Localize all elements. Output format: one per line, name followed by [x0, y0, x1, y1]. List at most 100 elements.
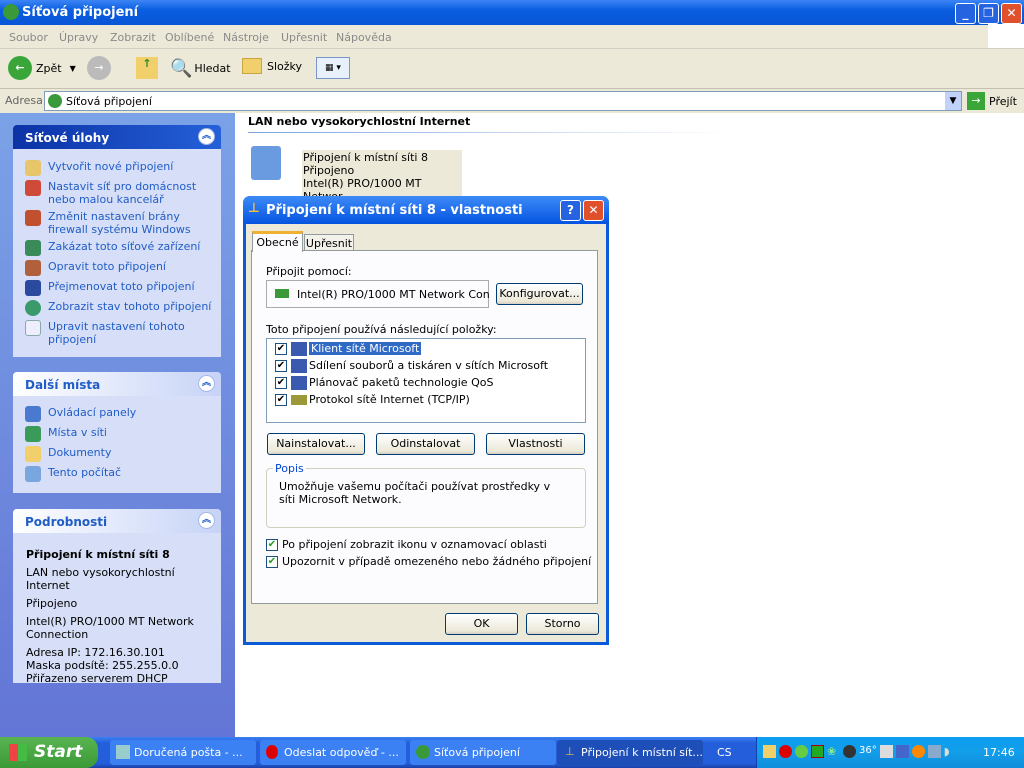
place-documents[interactable]: Dokumenty [25, 446, 215, 462]
tray-icon [763, 745, 776, 758]
detail-name: Připojení k místní síti 8 [26, 548, 170, 561]
details-panel: Podrobnosti ︽ Připojení k místní síti 8 L… [13, 509, 221, 685]
task-inbox[interactable]: Doručená pošta - ... [110, 740, 256, 765]
list-item[interactable]: ✔ Protokol sítě Internet (TCP/IP) [275, 393, 470, 406]
detail-ip: Adresa IP: 172.16.30.101 [26, 646, 165, 659]
task-disable-device[interactable]: Zakázat toto síťové zařízení [25, 240, 215, 256]
install-button[interactable]: Nainstalovat... [267, 433, 365, 455]
task-network-connections[interactable]: Síťová připojení [410, 740, 556, 765]
go-button[interactable]: → Přejít [967, 92, 1017, 110]
detail-type: LAN nebo vysokorychlostní Internet [26, 566, 175, 592]
search-button[interactable]: 🔍 Hledat [170, 58, 231, 79]
notify-checkbox[interactable]: ✔ Upozornit v případě omezeného nebo žádn… [266, 555, 591, 568]
cancel-button[interactable]: Storno [526, 613, 599, 635]
task-view-status[interactable]: Zobrazit stav tohoto připojení [25, 300, 215, 316]
mail-icon [116, 745, 130, 759]
menu-favorites[interactable]: Oblíbené [165, 31, 214, 44]
properties-dialog: ⊥ Připojení k místní síti 8 - vlastnosti… [243, 196, 609, 645]
back-button[interactable]: ← Zpět ▼ [8, 56, 76, 80]
up-folder-button[interactable]: ↑ [136, 57, 158, 79]
m-icon [895, 745, 909, 758]
service-icon [291, 359, 307, 373]
views-button[interactable]: ▦ ▾ [316, 57, 350, 79]
list-item[interactable]: ✔ Klient sítě Microsoft [275, 342, 422, 356]
title-bar: Síťová připojení _ ❐ ✕ [0, 0, 1024, 25]
configure-button[interactable]: Konfigurovat... [496, 283, 583, 305]
list-item[interactable]: ✔ Plánovač paketů technologie QoS [275, 376, 493, 390]
ok-button[interactable]: OK [445, 613, 518, 635]
task-opera[interactable]: Odeslat odpověď - ... [260, 740, 406, 765]
service-icon [291, 376, 307, 390]
windows-logo-icon [988, 24, 1024, 48]
wrench-icon [25, 260, 41, 276]
protocol-icon [291, 395, 307, 405]
task-rename[interactable]: Přejmenovat toto připojení [25, 280, 215, 296]
place-control-panel[interactable]: Ovládací panely [25, 406, 215, 422]
panel-header[interactable]: Síťové úlohy ︽ [13, 125, 221, 149]
documents-icon [25, 446, 41, 462]
components-list[interactable]: ✔ Klient sítě Microsoft ✔ Sdílení souborů … [266, 338, 586, 423]
start-button[interactable]: Start [0, 737, 98, 768]
address-dropdown[interactable]: ▼ [945, 92, 961, 110]
task-repair[interactable]: Opravit toto připojení [25, 260, 215, 276]
client-icon [291, 342, 307, 356]
forward-button[interactable]: → [87, 56, 111, 80]
home-network-icon [25, 180, 41, 196]
dialog-close-button[interactable]: ✕ [583, 200, 604, 221]
other-places-panel: Další místa ︽ Ovládací panely Místa v sít… [13, 372, 221, 493]
flower-icon: ❀ [827, 745, 837, 758]
tab-advanced[interactable]: Upřesnit [304, 234, 354, 251]
folder-icon [242, 58, 262, 74]
help-button[interactable]: ? [560, 200, 581, 221]
show-icon-checkbox[interactable]: ✔ Po připojení zobrazit ikonu v oznamovac… [266, 538, 547, 551]
windows-logo-icon [9, 744, 27, 761]
collapse-icon: ︽ [198, 128, 215, 145]
rename-icon [25, 280, 41, 296]
menu-help[interactable]: Nápověda [336, 31, 392, 44]
panel-header[interactable]: Podrobnosti ︽ [13, 509, 221, 533]
task-home-network[interactable]: Nastavit síť pro domácnost nebo malou ka… [25, 180, 215, 206]
detail-device: Intel(R) PRO/1000 MT Network Connection [26, 615, 194, 641]
close-button[interactable]: ✕ [1001, 3, 1022, 24]
menu-advanced[interactable]: Upřesnit [281, 31, 327, 44]
panel-header[interactable]: Další místa ︽ [13, 372, 221, 396]
disable-network-icon [25, 240, 41, 256]
menu-edit[interactable]: Úpravy [59, 31, 98, 44]
back-arrow-icon: ← [8, 56, 32, 80]
task-properties[interactable]: ⊥ Připojení k místní sít... [557, 740, 703, 765]
menu-tools[interactable]: Nástroje [223, 31, 269, 44]
task-change-settings[interactable]: Upravit nastavení tohoto připojení [25, 320, 215, 346]
connection-item[interactable]: Připojení k místní síti 8 Připojeno Intel(… [248, 146, 463, 204]
network-icon [48, 94, 62, 108]
menu-file[interactable]: Soubor [9, 31, 48, 44]
firewall-icon [25, 210, 41, 226]
folders-button[interactable]: Složky [242, 58, 302, 74]
task-create-connection[interactable]: Vytvořit nové připojení [25, 160, 215, 176]
taskbar: Start Doručená pošta - ... Odeslat odpov… [0, 737, 1024, 768]
task-firewall[interactable]: Změnit nastavení brány firewall systému … [25, 210, 215, 236]
place-network[interactable]: Místa v síti [25, 426, 215, 442]
group-header: LAN nebo vysokorychlostní Internet [248, 115, 471, 128]
clock[interactable]: 17:46 [983, 746, 1015, 759]
language-indicator[interactable]: CS [717, 746, 732, 759]
dialog-title-bar: ⊥ Připojení k místní síti 8 - vlastnosti… [243, 196, 609, 224]
tray-icon [879, 745, 893, 758]
tab-general[interactable]: Obecné [252, 231, 303, 252]
minimize-button[interactable]: _ [955, 3, 976, 24]
dialog-title: Připojení k místní síti 8 - vlastnosti [266, 203, 523, 218]
detail-mask: Maska podsítě: 255.255.0.0 [26, 659, 179, 672]
uninstall-button[interactable]: Odinstalovat [376, 433, 475, 455]
tray-icon [911, 745, 925, 758]
menu-view[interactable]: Zobrazit [110, 31, 156, 44]
control-panel-icon [25, 406, 41, 422]
network-icon [416, 745, 430, 759]
description-group: Popis Umožňuje vašemu počítači používat … [266, 462, 586, 528]
place-my-computer[interactable]: Tento počítač [25, 466, 215, 482]
maximize-button[interactable]: ❐ [978, 3, 999, 24]
address-label: Adresa [5, 94, 43, 107]
address-input[interactable]: Síťová připojení ▼ [44, 91, 962, 111]
volume-icon: ◗ [943, 745, 950, 758]
network-places-icon [25, 426, 41, 442]
list-item[interactable]: ✔ Sdílení souborů a tiskáren v sítích Mic… [275, 359, 548, 373]
properties-button[interactable]: Vlastnosti [486, 433, 585, 455]
